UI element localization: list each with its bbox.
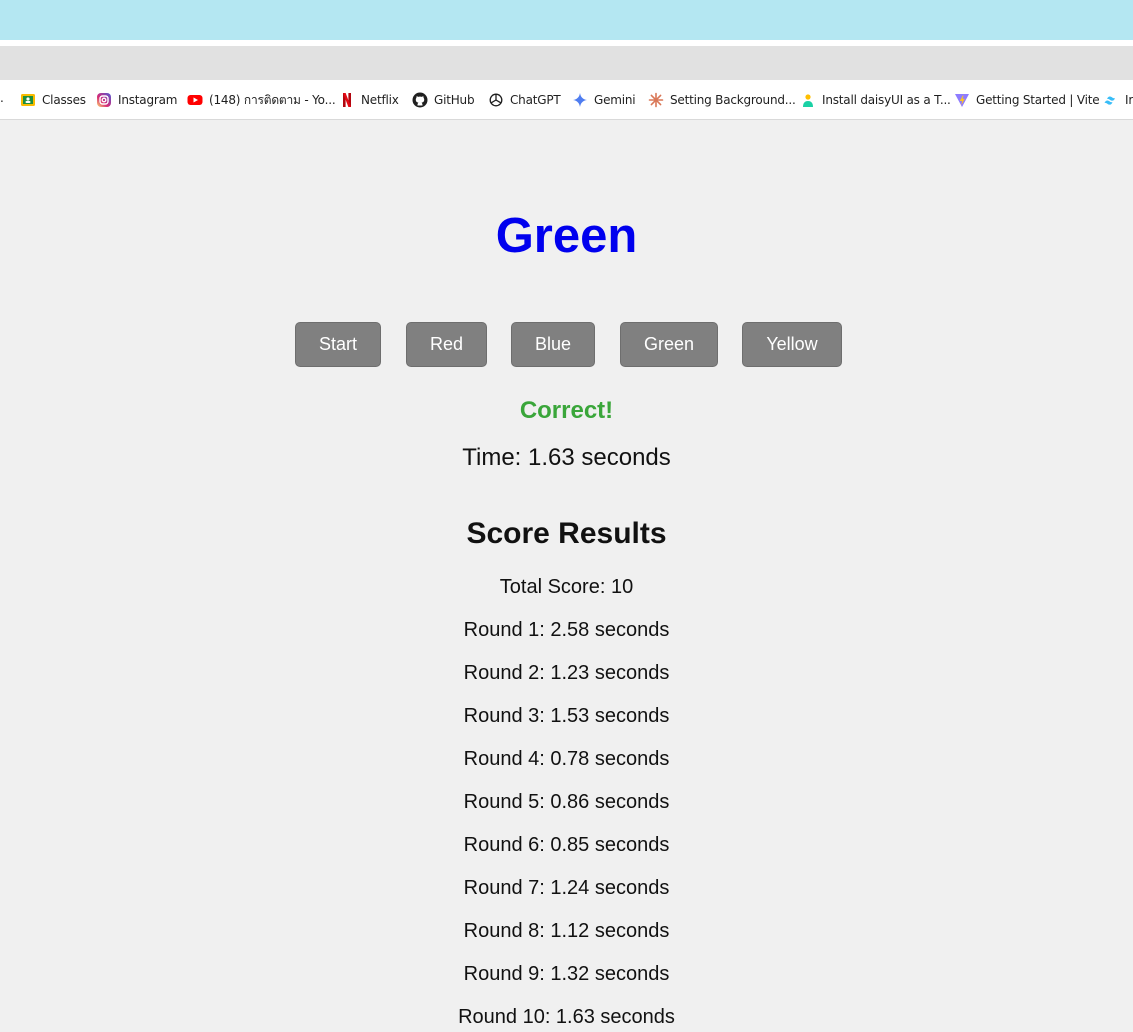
bookmark-instagram[interactable]: Instagram — [96, 91, 177, 109]
green-button[interactable]: Green — [620, 322, 718, 367]
bookmark-label: GitHub — [434, 93, 475, 107]
round-result: Round 2: 1.23 seconds — [463, 662, 670, 684]
bookmark-label: Gemini — [594, 93, 636, 107]
round-result: Round 5: 0.86 seconds — [463, 791, 670, 813]
round-result: Round 9: 1.32 seconds — [463, 963, 670, 985]
reaction-time: Time: 1.63 seconds — [462, 444, 671, 471]
score-results-title: Score Results — [466, 517, 667, 550]
bookmark-label: Netflix — [361, 93, 399, 107]
bookmarks-overflow-marker: . — [0, 91, 4, 105]
bookmarks-bar: . Classes Instagram (148) การติดตาม - Yo… — [0, 80, 1133, 120]
yellow-button[interactable]: Yellow — [742, 322, 842, 367]
bookmark-tailwind[interactable]: Ir — [1103, 91, 1133, 109]
bookmark-setting-background[interactable]: Setting Background... — [648, 91, 796, 109]
bookmark-label: Ir — [1125, 93, 1133, 107]
round-result: Round 3: 1.53 seconds — [463, 705, 670, 727]
bookmark-label: Classes — [42, 93, 86, 107]
round-result: Round 7: 1.24 seconds — [463, 877, 670, 899]
bookmark-chatgpt[interactable]: ChatGPT — [488, 91, 561, 109]
bookmark-vite[interactable]: Getting Started | Vite — [954, 91, 1100, 109]
round-result: Round 1: 2.58 seconds — [463, 619, 670, 641]
bookmark-label: Getting Started | Vite — [976, 93, 1100, 107]
google-classroom-icon — [20, 92, 36, 108]
bookmark-label: ChatGPT — [510, 93, 561, 107]
tailwind-icon — [1103, 92, 1119, 108]
netflix-icon — [339, 92, 355, 108]
feedback-message: Correct! — [519, 397, 614, 424]
bookmark-label: Instagram — [118, 93, 178, 107]
chatgpt-icon — [488, 92, 504, 108]
bookmark-github[interactable]: GitHub — [412, 91, 475, 109]
youtube-icon — [187, 92, 203, 108]
bookmark-youtube[interactable]: (148) การติดตาม - Yo... — [187, 91, 336, 109]
bookmark-netflix[interactable]: Netflix — [339, 91, 399, 109]
vite-icon — [954, 92, 970, 108]
browser-title-bar — [0, 0, 1133, 40]
bookmark-classes[interactable]: Classes — [20, 91, 86, 109]
round-result: Round 4: 0.78 seconds — [463, 748, 670, 770]
game-page: Green Start Red Blue Green Yellow Correc… — [0, 121, 1133, 1032]
total-score: Total Score: 10 — [499, 576, 634, 598]
bookmark-label: (148) การติดตาม - Yo... — [209, 92, 336, 107]
bookmark-label: Install daisyUI as a T... — [822, 93, 951, 107]
round-result: Round 10: 1.63 seconds — [458, 1006, 675, 1028]
github-icon — [412, 92, 428, 108]
round-result: Round 6: 0.85 seconds — [463, 834, 670, 856]
round-result: Round 8: 1.12 seconds — [463, 920, 670, 942]
daisyui-icon — [800, 92, 816, 108]
bookmark-label: Setting Background... — [670, 93, 796, 107]
instagram-icon — [96, 92, 112, 108]
red-button[interactable]: Red — [406, 322, 487, 367]
color-word-prompt: Green — [495, 209, 638, 263]
gemini-icon — [572, 92, 588, 108]
bookmark-gemini[interactable]: Gemini — [572, 91, 636, 109]
start-button[interactable]: Start — [295, 322, 381, 367]
blue-button[interactable]: Blue — [511, 322, 595, 367]
bookmark-daisyui[interactable]: Install daisyUI as a T... — [800, 91, 951, 109]
claude-icon — [648, 92, 664, 108]
browser-address-bar[interactable] — [0, 46, 1133, 80]
